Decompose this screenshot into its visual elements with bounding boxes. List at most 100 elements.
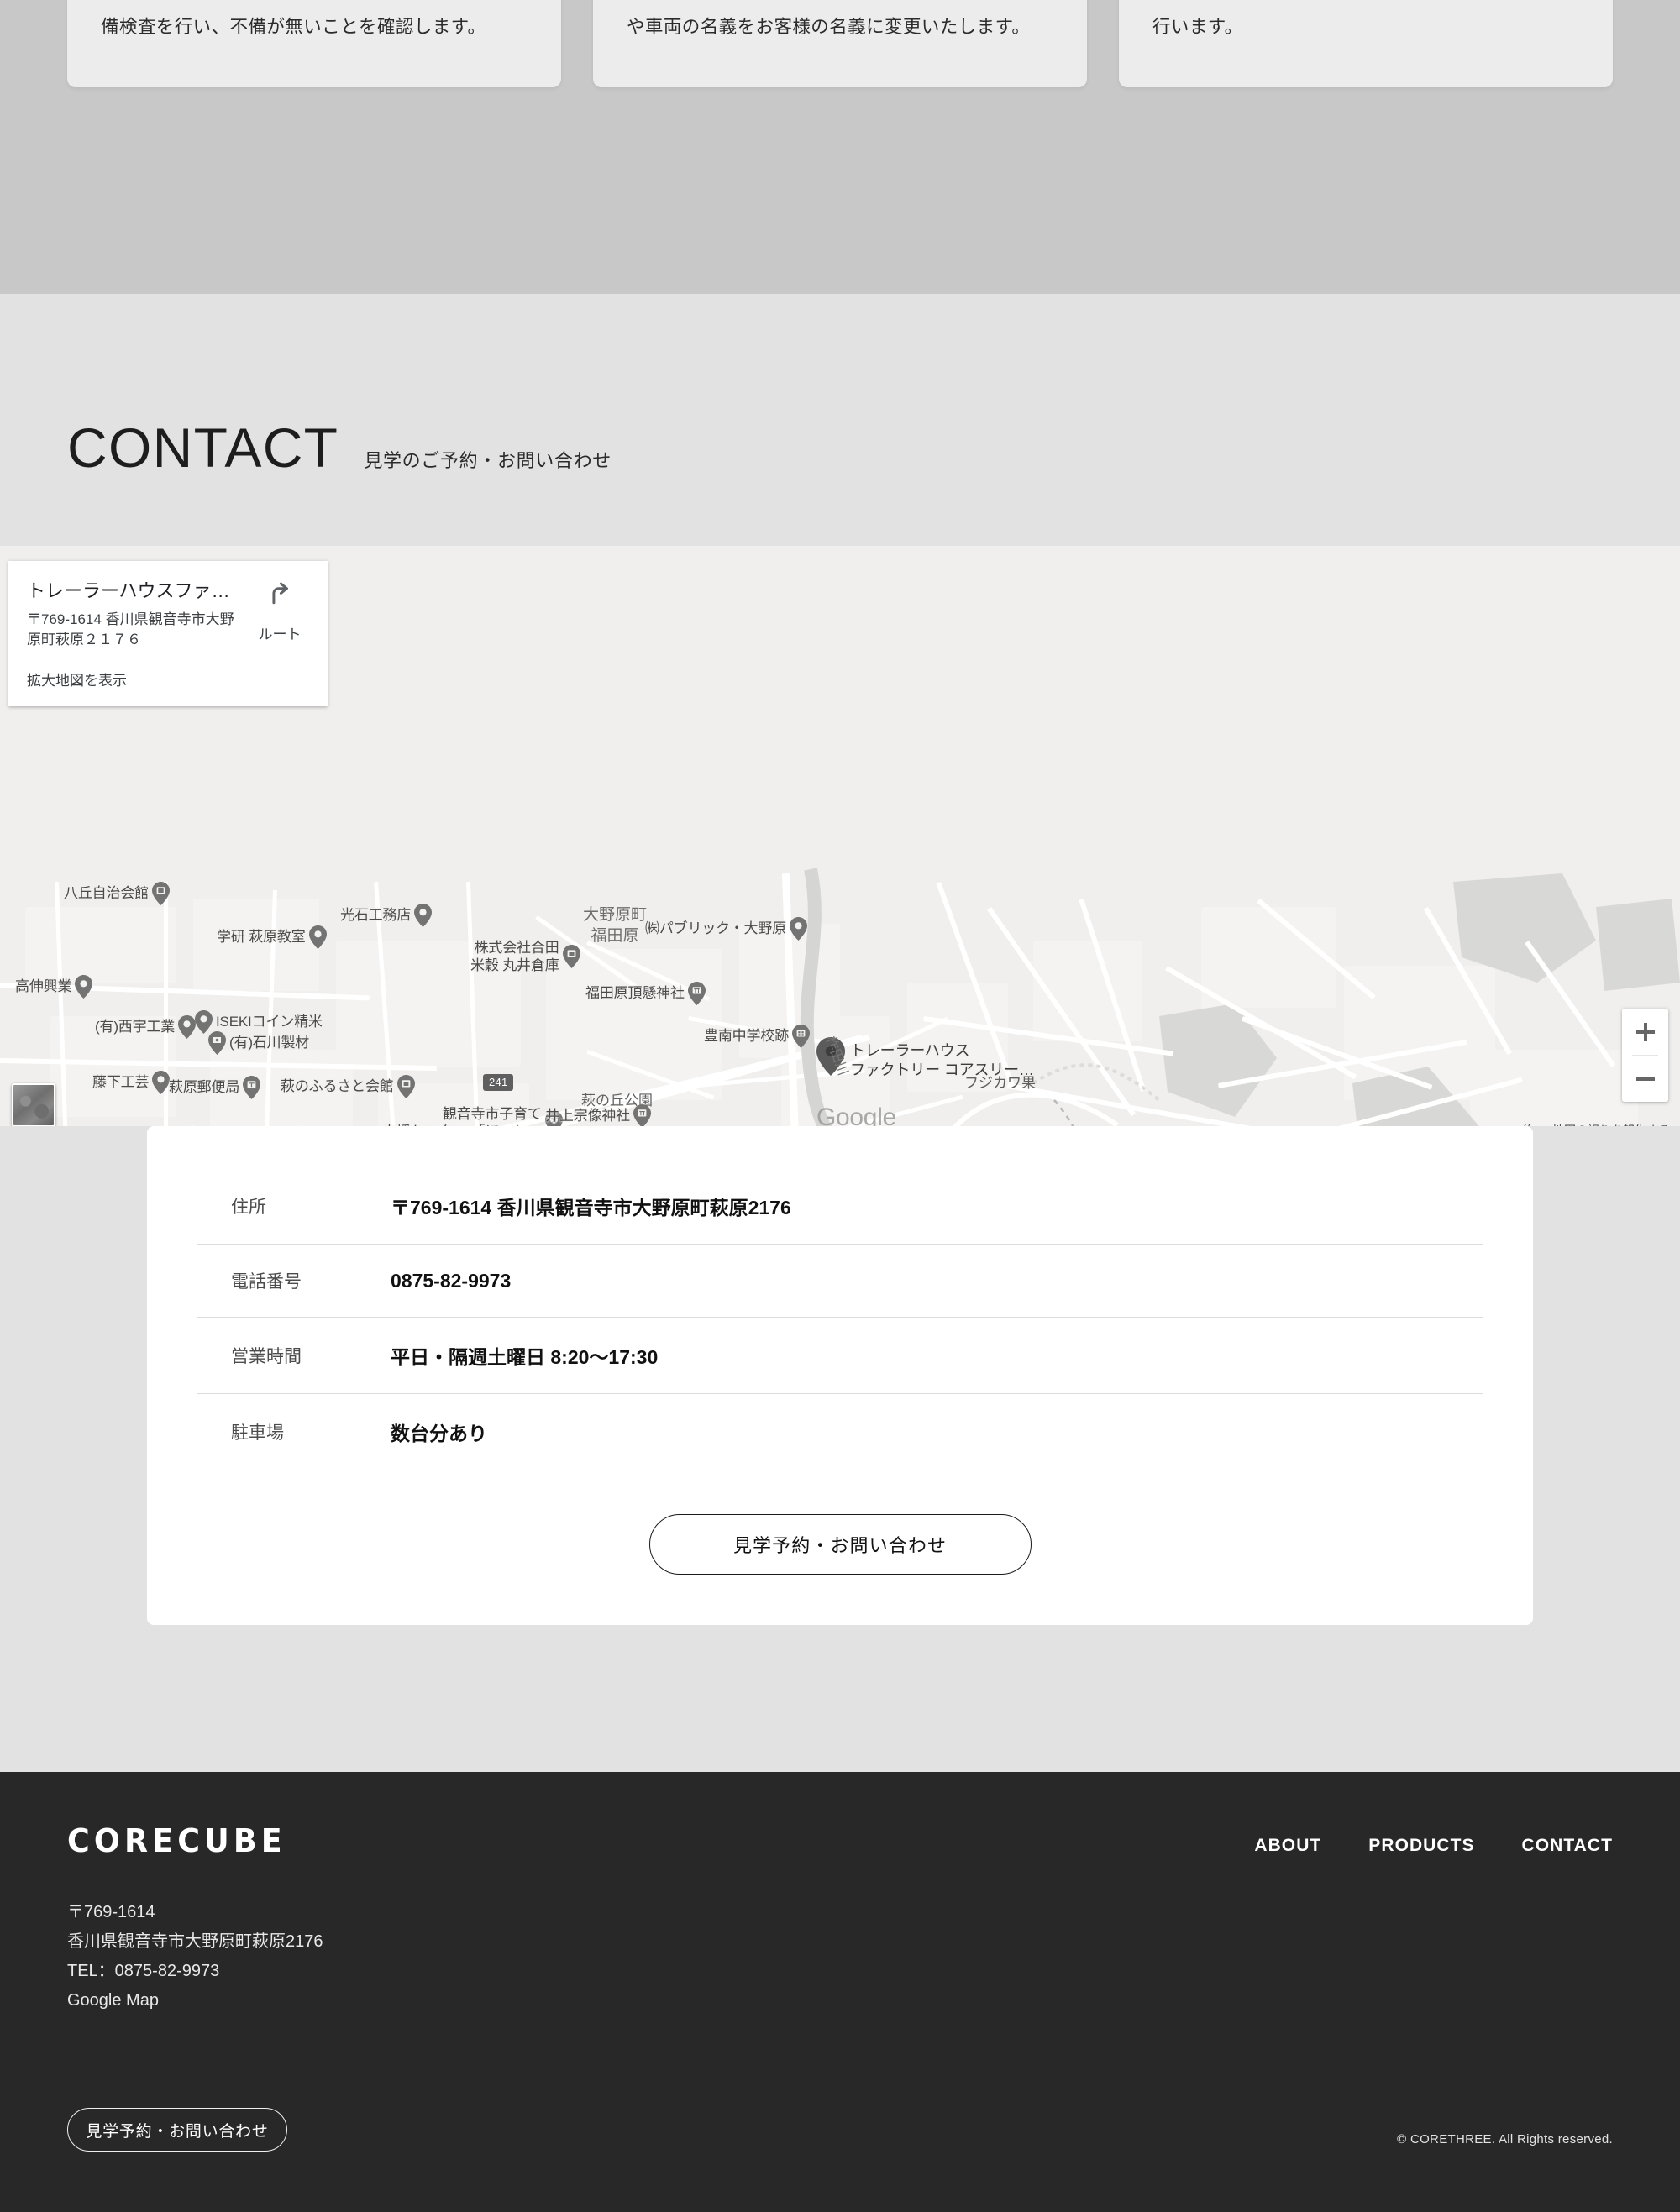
main-location-label-text: トレーラーハウス ファクトリー コアスリー… <box>850 1042 1034 1078</box>
map-poi[interactable]: 福田原頂懸神社 <box>585 982 706 1005</box>
map-poi-label: ㈱パブリック・大野原 <box>645 920 786 937</box>
contact-info-table: 住所 〒769-1614 香川県観音寺市大野原町萩原2176 電話番号 0875… <box>197 1168 1483 1470</box>
footer-contact-button[interactable]: 見学予約・お問い合わせ <box>67 2108 287 2152</box>
table-row: 営業時間 平日・隔週土曜日 8:20〜17:30 <box>197 1318 1483 1394</box>
process-card-text: 車検を円滑に進めるため、検査場に持ち込む前に予備検査を行い、不備が無いことを確認… <box>101 17 486 38</box>
map-pin-icon[interactable] <box>195 1010 213 1034</box>
map-pin-icon[interactable] <box>687 982 706 1005</box>
row-label: 営業時間 <box>231 1347 302 1366</box>
map-poi[interactable]: 学研 萩原教室 <box>217 925 327 949</box>
map-pin-icon[interactable] <box>208 1031 226 1055</box>
map-poi-label: ISEKIコイン精米 <box>216 1014 323 1030</box>
process-card-text: 設置予定地にトレーラーハウスの設置と引き渡しを行います。 <box>1152 17 1243 38</box>
copyright: © CORETHREE. All Rights reserved. <box>1397 2132 1613 2146</box>
row-label: 電話番号 <box>231 1272 302 1292</box>
map-card-title: トレーラーハウスファクトリ… <box>27 580 240 601</box>
main-location-label: トレーラーハウス ファクトリー コアスリー… <box>850 1041 1034 1079</box>
map-poi-label: 萩原郵便局 <box>169 1079 240 1096</box>
footer-tel: TEL：0875-82-9973 <box>67 1962 220 1980</box>
map-pin-icon[interactable] <box>308 925 327 949</box>
zoom-in-button[interactable] <box>1622 1009 1668 1055</box>
map-poi[interactable]: 高伸興業 <box>15 975 93 999</box>
info-panel-wrap: 住所 〒769-1614 香川県観音寺市大野原町萩原2176 電話番号 0875… <box>0 1126 1680 1772</box>
map-poi[interactable]: 光石工務店 <box>340 904 433 927</box>
process-card-list: 車検を円滑に進めるため、検査場に持ち込む前に予備検査を行い、不備が無いことを確認… <box>0 0 1680 87</box>
panel-spacer <box>0 1625 1680 1772</box>
map-pin-icon[interactable] <box>791 1025 810 1048</box>
page-title: CONTACT <box>67 417 339 479</box>
map-poi-label: 豊南中学校跡 <box>704 1028 789 1045</box>
map-poi-label: 株式会社合田 米穀 丸井倉庫 <box>470 940 559 974</box>
map-card-route-label[interactable]: ルート <box>259 622 302 643</box>
directions-icon[interactable] <box>265 578 294 611</box>
panel-button-row: 見学予約・お問い合わせ <box>197 1514 1483 1575</box>
map-poi[interactable]: (有)西宇工業 <box>95 1015 197 1039</box>
footer-zip: 〒769-1614 <box>67 1903 155 1921</box>
map-area-label: 大野原町 福田原 <box>583 906 648 945</box>
map-poi-label: 高伸興業 <box>15 978 72 995</box>
process-cards-strip: 車検を円滑に進めるため、検査場に持ち込む前に予備検査を行い、不備が無いことを確認… <box>0 0 1680 294</box>
process-card-text: 車検に合格後に車検証が交付され、各種税金の納付や車両の名義をお客様の名義に変更い… <box>627 17 1031 38</box>
map-poi-label: 藤下工芸 <box>92 1074 150 1091</box>
map-pin-icon[interactable] <box>178 1015 197 1039</box>
map-poi[interactable]: (有)石川製材 <box>208 1031 309 1055</box>
contact-info-panel: 住所 〒769-1614 香川県観音寺市大野原町萩原2176 電話番号 0875… <box>147 1126 1533 1625</box>
map-pin-icon[interactable] <box>562 945 580 969</box>
process-card: 設置予定地にトレーラーハウスの設置と引き渡しを行います。 <box>1119 0 1613 87</box>
footer-nav-about[interactable]: ABOUT <box>1254 1836 1321 1856</box>
contact-section: CONTACT 見学のご予約・お問い合わせ 八丘自治会館光石工務店学研 萩原教室… <box>0 294 1680 1772</box>
process-card: 車検を円滑に進めるため、検査場に持ち込む前に予備検査を行い、不備が無いことを確認… <box>67 0 561 87</box>
map-pin-icon[interactable] <box>789 917 807 941</box>
map-poi[interactable]: 株式会社合田 米穀 丸井倉庫 <box>470 939 580 975</box>
footer-google-map-link[interactable]: Google Map <box>67 1986 1613 2015</box>
footer-nav: ABOUT PRODUCTS CONTACT <box>1254 1822 1613 1856</box>
map-poi-label: 八丘自治会館 <box>64 885 149 902</box>
map-poi[interactable]: 豊南中学校跡 <box>704 1025 810 1048</box>
map-poi[interactable]: 井上宗像神社 <box>545 1104 651 1128</box>
map-card-address: 〒769-1614 香川県観音寺市大野原町萩原２１７６ <box>27 611 234 647</box>
map-pin-icon[interactable] <box>152 1071 171 1094</box>
map-poi-label: 萩のふるさと会館 <box>281 1078 394 1095</box>
map-poi-label: 学研 萩原教室 <box>217 929 306 946</box>
map-poi[interactable]: 萩原郵便局 <box>169 1076 261 1099</box>
process-card: 車検に合格後に車検証が交付され、各種税金の納付や車両の名義をお客様の名義に変更い… <box>593 0 1087 87</box>
zoom-out-button[interactable] <box>1622 1056 1668 1102</box>
map-card-expand-link[interactable]: 拡大地図を表示 <box>27 668 240 689</box>
map-poi[interactable]: 藤下工芸 <box>92 1071 171 1094</box>
map-poi[interactable]: ISEKIコイン精米 <box>195 1010 323 1034</box>
footer-nav-products[interactable]: PRODUCTS <box>1368 1836 1474 1856</box>
map-pin-icon[interactable] <box>396 1075 415 1098</box>
row-label: 駐車場 <box>231 1423 284 1443</box>
row-label: 住所 <box>231 1198 266 1217</box>
google-map[interactable]: 八丘自治会館光石工務店学研 萩原教室 大野原町 福田原 ㈱パブリック・大野原株式会社合… <box>0 546 1680 1134</box>
map-poi[interactable]: ㈱パブリック・大野原 <box>645 917 807 941</box>
footer-top: CORECUBE ABOUT PRODUCTS CONTACT <box>67 1822 1613 1859</box>
map-pin-icon[interactable] <box>414 904 433 927</box>
map-poi[interactable]: 八丘自治会館 <box>64 882 170 905</box>
map-pin-icon[interactable] <box>75 975 93 999</box>
contact-button[interactable]: 見学予約・お問い合わせ <box>648 1514 1032 1575</box>
footer-nav-contact[interactable]: CONTACT <box>1522 1836 1613 1856</box>
footer-bottom: 見学予約・お問い合わせ © CORETHREE. All Rights rese… <box>67 2108 1613 2152</box>
map-poi-label: (有)石川製材 <box>229 1035 310 1051</box>
contact-heading: CONTACT 見学のご予約・お問い合わせ <box>0 294 1680 546</box>
map-info-card[interactable]: トレーラーハウスファクトリ… 〒769-1614 香川県観音寺市大野原町萩原２１… <box>8 561 328 706</box>
table-row: 住所 〒769-1614 香川県観音寺市大野原町萩原2176 <box>197 1168 1483 1245</box>
footer-address: 〒769-1614 香川県観音寺市大野原町萩原2176 TEL：0875-82-… <box>67 1898 1613 2015</box>
map-poi-label: 福田原頂懸神社 <box>585 985 685 1002</box>
map-pin-icon[interactable] <box>633 1104 651 1128</box>
street-view-thumbnail[interactable] <box>12 1083 55 1127</box>
map-pin-icon[interactable] <box>151 882 170 905</box>
row-value: 0875-82-9973 <box>391 1269 512 1292</box>
map-poi[interactable]: 萩のふるさと会館 <box>281 1075 415 1098</box>
site-footer: CORECUBE ABOUT PRODUCTS CONTACT 〒769-161… <box>0 1772 1680 2212</box>
map-poi-label: 光石工務店 <box>340 907 412 924</box>
row-value: 数台分あり <box>391 1423 487 1444</box>
map-zoom-control[interactable] <box>1622 1009 1668 1102</box>
map-poi-label: 井上宗像神社 <box>545 1108 630 1124</box>
map-poi-label: (有)西宇工業 <box>95 1019 176 1035</box>
map-pin-icon[interactable] <box>243 1076 261 1099</box>
footer-logo[interactable]: CORECUBE <box>67 1822 286 1859</box>
map-route-shield: 241 <box>483 1074 514 1091</box>
page-subtitle: 見学のご予約・お問い合わせ <box>364 450 612 471</box>
